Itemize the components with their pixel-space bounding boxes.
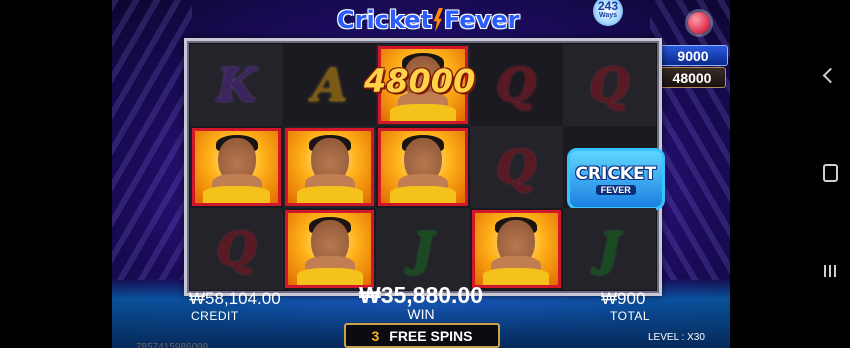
free-spins-counter: 3 FREE SPINS (344, 323, 500, 348)
back-chevron-icon (822, 67, 838, 83)
symbol-q: Q (589, 58, 630, 112)
shirt (389, 103, 457, 121)
jackpot-top: 9000 (658, 45, 728, 66)
symbol-k: K (216, 58, 257, 112)
total-label: TOTAL (610, 309, 651, 323)
reel-cell-r3-c1: Q (190, 208, 284, 290)
cricketer-symbol (285, 210, 375, 288)
free-spins-label: FREE SPINS (389, 327, 473, 344)
reel-cell-r3-c2 (283, 208, 377, 290)
scatter-line-2: FEVER (595, 184, 636, 195)
ways-badge: 243 Ways (593, 0, 623, 26)
back-button[interactable] (810, 60, 850, 90)
symbol-j: J (412, 222, 434, 276)
ways-number: 243 (597, 0, 619, 13)
reel-cell-r1-c5: Q (562, 44, 656, 126)
symbol-a: A (311, 58, 348, 112)
symbol-j: J (598, 222, 621, 276)
shirt (296, 185, 364, 203)
reel-cell-r3-c3: J (376, 208, 470, 290)
reel-cell-r1-c2: A (283, 44, 377, 126)
reel-cell-r2-c2 (283, 126, 377, 208)
free-spins-count: 3 (371, 327, 380, 344)
scatter-line-1: CRICKET (575, 163, 657, 184)
shirt (203, 185, 270, 203)
android-nav-bar (810, 0, 850, 348)
big-win-amount: 48000 (364, 62, 476, 100)
jackpot-bottom: 48000 (658, 67, 726, 88)
reel-cell-r3-c4 (469, 208, 563, 290)
stadium-lights-left (112, 0, 192, 280)
symbol-q: Q (216, 222, 257, 276)
level-indicator: LEVEL : X30 (648, 332, 705, 343)
cricketer-symbol (378, 128, 468, 206)
cricketer-symbol (471, 210, 561, 288)
reel-cell-r1-c1: K (190, 44, 284, 126)
shirt (389, 185, 457, 203)
symbol-q: Q (496, 58, 537, 112)
reel-cell-r2-c1 (190, 126, 284, 208)
reel-cell-r2-c5: CRICKET FEVER (562, 126, 665, 210)
lightning-bolt-icon (433, 8, 443, 32)
reel-cell-r2-c4: Q (469, 126, 563, 208)
ways-label: Ways (598, 12, 618, 19)
cricketer-symbol (192, 128, 282, 206)
round-id: 7857415986098 (136, 342, 209, 348)
game-logo: Cricket Fever 243 Ways (337, 0, 623, 38)
cricket-ball-icon (688, 12, 710, 34)
home-icon (822, 164, 838, 182)
recent-apps-button[interactable] (810, 256, 850, 286)
symbol-q: Q (496, 140, 537, 194)
reel-cell-r2-c3 (376, 126, 470, 208)
cricketer-symbol (285, 128, 375, 206)
cricket-fever-scatter-symbol: CRICKET FEVER (566, 140, 665, 210)
recent-apps-icon (824, 265, 836, 277)
home-button[interactable] (810, 158, 850, 188)
reel-cell-r1-c4: Q (469, 44, 563, 126)
reel-cell-r3-c5: J (562, 208, 656, 290)
total-amount: ₩900 (601, 289, 646, 308)
logo-word-1: Cricket (337, 6, 432, 34)
logo-word-2: Fever (443, 6, 520, 34)
slot-game-screen[interactable]: Cricket Fever 243 Ways 9000 48000 KAQQQC… (112, 0, 730, 348)
scatter-badge: CRICKET FEVER (566, 148, 665, 210)
